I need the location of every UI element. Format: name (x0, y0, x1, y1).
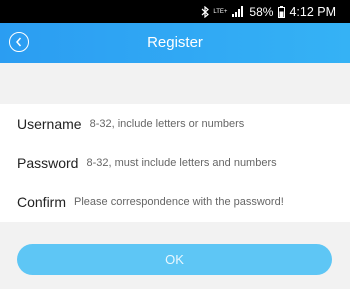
register-form: Username Password Confirm (0, 104, 350, 222)
confirm-row: Confirm (0, 182, 350, 221)
confirm-password-input[interactable] (74, 195, 350, 208)
username-row: Username (0, 104, 350, 143)
back-button[interactable] (9, 32, 29, 52)
chevron-left-icon (15, 37, 23, 47)
username-label: Username (17, 115, 82, 132)
ok-button[interactable]: OK (17, 244, 332, 275)
username-input[interactable] (89, 117, 350, 130)
battery-percentage: 58% (249, 4, 274, 19)
header-bar: Register (0, 23, 350, 63)
network-type-label: LTE+ (213, 8, 228, 15)
clock-time: 4:12 PM (289, 4, 336, 19)
battery-icon (278, 5, 286, 18)
page-title: Register (147, 34, 203, 51)
password-input[interactable] (86, 156, 350, 169)
bluetooth-icon (201, 5, 210, 18)
signal-icon (232, 6, 244, 17)
password-row: Password (0, 143, 350, 182)
password-label: Password (17, 154, 79, 171)
status-bar: LTE+ 58% 4:12 PM (0, 0, 350, 23)
confirm-label: Confirm (17, 193, 67, 210)
